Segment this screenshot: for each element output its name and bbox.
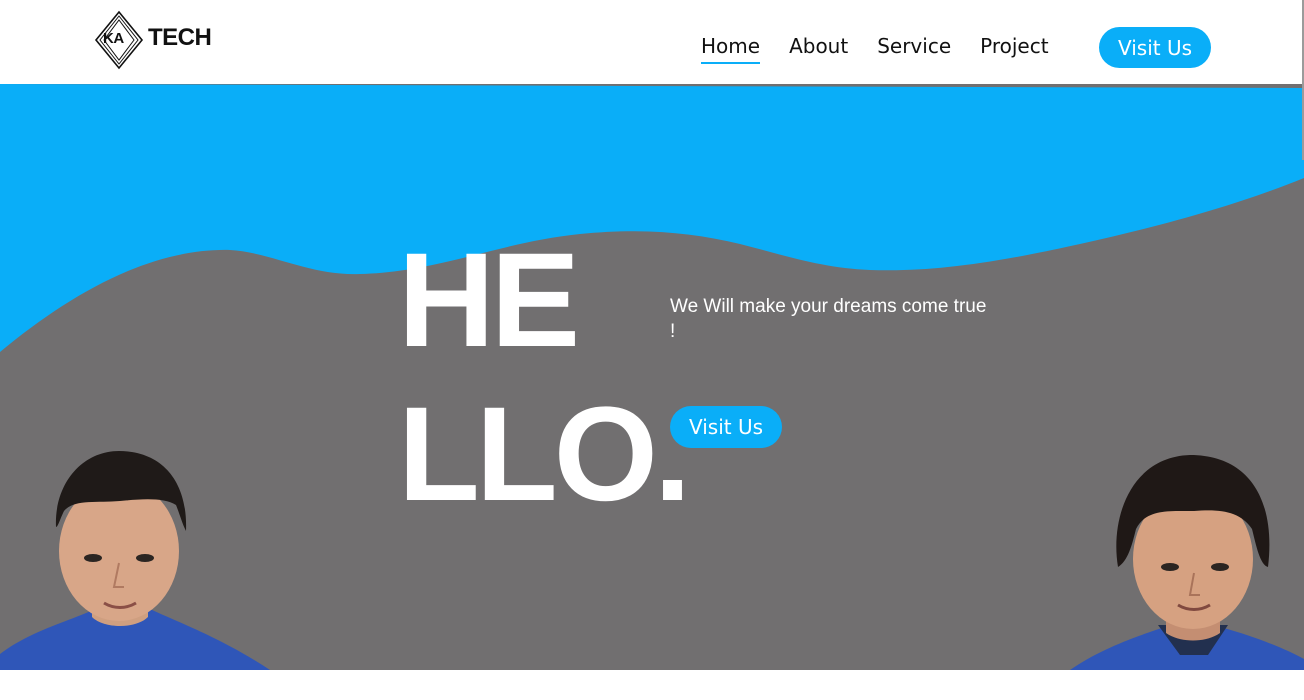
nav-item-about[interactable]: About [789, 34, 848, 58]
hero-headline-line-2: LLO. [398, 380, 691, 529]
diamond-logo-icon: KA [94, 10, 144, 70]
hero-tagline: We Will make your dreams come true ! [670, 296, 987, 342]
header-visit-us-button[interactable]: Visit Us [1099, 27, 1211, 68]
team-member-photo-left [0, 451, 270, 670]
site-header: KA TECH Home About Service Project Visit… [0, 0, 1304, 86]
team-member-photo-right [1070, 455, 1304, 670]
brand-name: TECH [148, 24, 212, 51]
hero-visit-us-button[interactable]: Visit Us [670, 406, 782, 448]
main-nav: Home About Service Project [701, 34, 1078, 64]
hero-headline-line-1: HE [398, 226, 580, 375]
nav-item-service[interactable]: Service [877, 34, 951, 58]
hero-section: HE LLO. We Will make your dreams come tr… [0, 84, 1304, 670]
brand-logo[interactable]: KA TECH [94, 10, 244, 70]
nav-item-home[interactable]: Home [701, 34, 761, 64]
page-bottom-strip [0, 670, 1304, 700]
logo-mark-text: KA [103, 30, 124, 47]
nav-item-project[interactable]: Project [980, 34, 1048, 58]
